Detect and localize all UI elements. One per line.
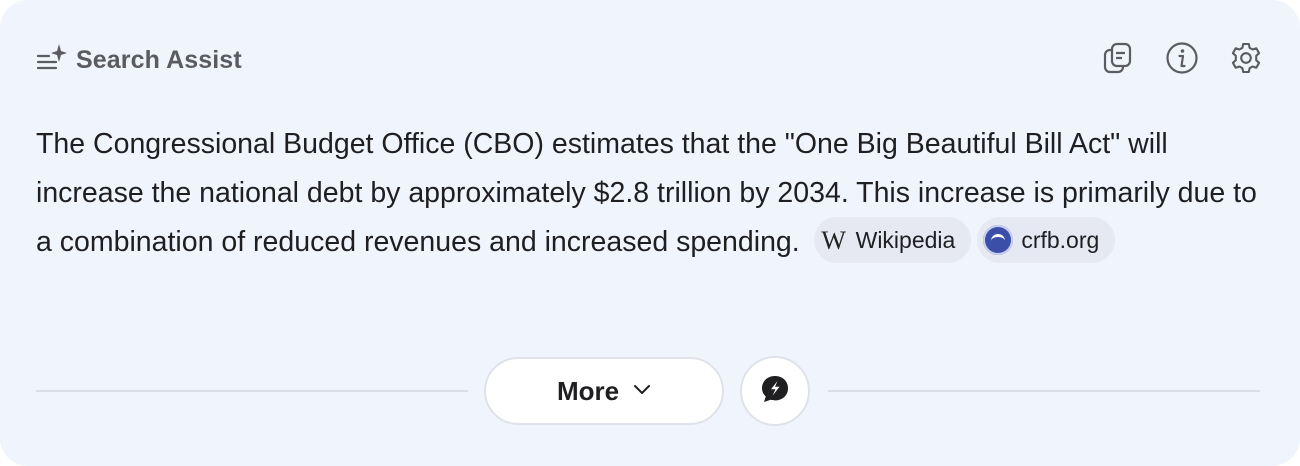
more-label: More bbox=[556, 375, 620, 406]
sparkle-list-icon bbox=[36, 42, 68, 79]
chevron-down-icon bbox=[633, 382, 651, 400]
panel-title: Search Assist bbox=[76, 45, 242, 74]
info-button[interactable] bbox=[1164, 41, 1200, 80]
search-assist-card: Search Assist The Congressional Budget O… bbox=[0, 0, 1300, 466]
source-chip-wikipedia[interactable]: W Wikipedia bbox=[813, 217, 972, 264]
search-assist-header: Search Assist bbox=[36, 40, 1264, 80]
info-icon bbox=[1165, 41, 1199, 80]
divider-right bbox=[828, 390, 1260, 392]
chat-bubble-icon bbox=[759, 373, 791, 410]
gear-icon bbox=[1229, 41, 1263, 80]
header-actions bbox=[1100, 40, 1264, 80]
copy-button[interactable] bbox=[1100, 42, 1136, 78]
copy-icon bbox=[1101, 41, 1135, 80]
more-button[interactable]: More bbox=[484, 357, 724, 425]
crfb-logo-icon bbox=[983, 225, 1014, 256]
divider-left bbox=[36, 390, 468, 392]
source-label: crfb.org bbox=[1021, 226, 1100, 253]
wikipedia-icon: W bbox=[821, 225, 846, 255]
title-group: Search Assist bbox=[36, 40, 242, 80]
source-label: Wikipedia bbox=[855, 226, 956, 253]
source-chip-crfb[interactable]: crfb.org bbox=[977, 217, 1116, 264]
chat-button[interactable] bbox=[740, 356, 810, 426]
answer-paragraph: The Congressional Budget Office (CBO) es… bbox=[36, 120, 1261, 267]
settings-button[interactable] bbox=[1228, 42, 1264, 78]
